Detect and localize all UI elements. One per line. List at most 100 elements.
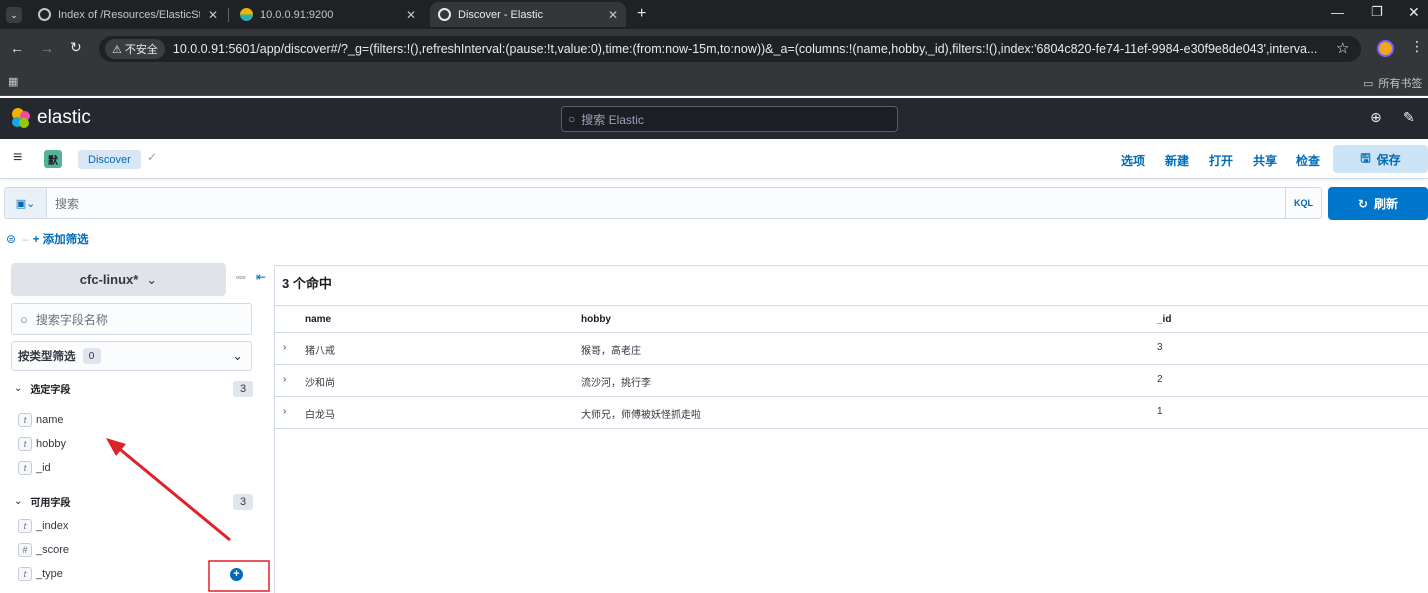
back-icon[interactable]: ← xyxy=(10,40,24,56)
open-link[interactable]: 打开 xyxy=(1209,152,1233,169)
filter-separator: – xyxy=(22,232,29,246)
browser-toolbar: ← → ↻ ⚠ 不安全 10.0.0.91:5601/app/discover#/… xyxy=(0,29,1428,69)
column-header-id[interactable]: _id xyxy=(1157,314,1171,325)
space-avatar[interactable]: 默 xyxy=(44,150,62,168)
hamburger-menu-icon[interactable]: ≡ xyxy=(13,149,22,167)
new-link[interactable]: 新建 xyxy=(1165,152,1189,169)
field-item-index[interactable]: t _index xyxy=(18,518,68,534)
available-count-badge: 3 xyxy=(233,494,253,510)
cell-name: 白龙马 xyxy=(305,410,335,421)
collapse-sidebar-icon[interactable]: ⇤ xyxy=(256,270,266,284)
save-icon: 🖫 xyxy=(1360,150,1371,165)
close-tab-icon[interactable]: ✕ xyxy=(406,8,416,22)
field-item-id[interactable]: t _id xyxy=(18,460,51,476)
search-icon: ○ xyxy=(20,311,28,327)
cell-hobby: 大师兄，师傅被妖怪抓走啦 xyxy=(581,410,701,421)
browser-tab-discover[interactable]: Discover - Elastic ✕ xyxy=(430,2,626,27)
kibana-header: elastic ○ 搜索 Elastic ⊕ ✎ xyxy=(0,98,1428,139)
query-input-wrapper: ▣⌄ 搜索 KQL xyxy=(4,187,1322,219)
globe-icon xyxy=(38,8,51,21)
string-type-icon: t xyxy=(18,461,32,475)
apps-grid-icon[interactable]: ▦ xyxy=(8,75,18,88)
options-link[interactable]: 选项 xyxy=(1121,152,1145,169)
chevron-down-icon: ⌄ xyxy=(14,495,23,507)
minimize-icon[interactable]: — xyxy=(1331,5,1344,20)
table-row[interactable]: › 白龙马 大师兄，师傅被妖怪抓走啦 1 xyxy=(275,397,1428,429)
browser-tab-bar: ⌄ Index of /Resources/ElasticSt ✕ 10.0.0… xyxy=(0,0,1428,29)
browser-menu-icon[interactable]: ⋮ xyxy=(1410,38,1424,55)
field-search-input[interactable]: ○ 搜索字段名称 xyxy=(11,303,252,335)
save-button[interactable]: 🖫 保存 xyxy=(1333,145,1428,173)
new-tab-icon[interactable]: + xyxy=(637,5,646,23)
field-sidebar: cfc-linux* ⌄ ▫▫▫ ⇤ ○ 搜索字段名称 按类型筛选 0 ⌄ ⌄ … xyxy=(0,255,272,593)
add-filter-link[interactable]: + 添加筛选 xyxy=(33,231,89,247)
news-feed-icon[interactable]: ✎ xyxy=(1403,109,1415,126)
filter-bar: ⊜ – + 添加筛选 xyxy=(6,230,89,248)
all-bookmarks-button[interactable]: ▭ 所有书签 xyxy=(1363,75,1422,91)
cell-name: 猪八戒 xyxy=(305,346,335,357)
elastic-logo[interactable]: elastic xyxy=(10,107,91,129)
cell-id: 3 xyxy=(1157,342,1163,353)
query-bar: ▣⌄ 搜索 KQL ↻ 刷新 xyxy=(0,180,1428,228)
restore-icon[interactable]: ❐ xyxy=(1371,4,1383,20)
elastic-cluster-icon xyxy=(12,108,30,128)
help-icon[interactable]: ⊕ xyxy=(1370,109,1382,126)
elastic-global-search[interactable]: ○ 搜索 Elastic xyxy=(561,106,898,132)
browser-tab-es[interactable]: 10.0.0.91:9200 ✕ xyxy=(232,2,424,27)
profile-avatar[interactable] xyxy=(1377,40,1394,57)
elastic-logo-text: elastic xyxy=(37,107,91,128)
folder-icon: ▭ xyxy=(1363,77,1374,90)
expand-row-icon[interactable]: › xyxy=(283,342,286,353)
field-item-hobby[interactable]: t hobby xyxy=(18,436,66,452)
query-input[interactable]: 搜索 xyxy=(47,195,1285,212)
share-link[interactable]: 共享 xyxy=(1253,152,1277,169)
inspect-link[interactable]: 检查 xyxy=(1296,152,1320,169)
expand-row-icon[interactable]: › xyxy=(283,374,286,385)
close-tab-icon[interactable]: ✕ xyxy=(608,8,618,22)
reload-icon[interactable]: ↻ xyxy=(70,39,82,56)
app-menu-bar: ≡ 默 Discover ✓ 选项 新建 打开 共享 检查 🖫 保存 xyxy=(0,139,1428,179)
cell-id: 2 xyxy=(1157,374,1163,385)
expand-row-icon[interactable]: › xyxy=(283,406,286,417)
tab-search-dropdown-icon[interactable]: ⌄ xyxy=(6,7,22,23)
forward-icon[interactable]: → xyxy=(40,40,54,56)
cell-id: 1 xyxy=(1157,406,1163,417)
refresh-button[interactable]: ↻ 刷新 xyxy=(1328,187,1428,220)
filter-by-type-button[interactable]: 按类型筛选 0 ⌄ xyxy=(11,341,252,371)
browser-tab-index[interactable]: Index of /Resources/ElasticSt ✕ xyxy=(30,2,226,27)
available-fields-header[interactable]: ⌄ 可用字段 xyxy=(14,492,70,510)
string-type-icon: t xyxy=(18,413,32,427)
url-text: 10.0.0.91:5601/app/discover#/?_g=(filter… xyxy=(172,42,1318,56)
results-panel: 3 个命中 name hobby _id › 猪八戒 猴哥，高老庄 3 › 沙和… xyxy=(274,265,1428,593)
field-item-type[interactable]: t _type xyxy=(18,566,63,582)
table-row[interactable]: › 猪八戒 猴哥，高老庄 3 xyxy=(275,333,1428,365)
close-tab-icon[interactable]: ✕ xyxy=(208,8,218,22)
close-window-icon[interactable]: ✕ xyxy=(1408,4,1420,21)
table-row[interactable]: › 沙和尚 流沙河，挑行李 2 xyxy=(275,365,1428,397)
cell-hobby: 流沙河，挑行李 xyxy=(581,378,651,389)
string-type-icon: t xyxy=(18,567,32,581)
column-header-name[interactable]: name xyxy=(305,314,331,325)
cell-name: 沙和尚 xyxy=(305,378,335,389)
number-type-icon: # xyxy=(18,543,32,557)
chevron-down-icon: ⌄ xyxy=(232,348,243,363)
field-item-score[interactable]: # _score xyxy=(18,542,69,558)
cell-hobby: 猴哥，高老庄 xyxy=(581,346,641,357)
bookmark-star-icon[interactable]: ☆ xyxy=(1336,39,1349,57)
field-item-name[interactable]: t name xyxy=(18,412,64,428)
filter-options-icon[interactable]: ⊜ xyxy=(6,232,16,246)
breadcrumb-discover[interactable]: Discover xyxy=(78,150,141,169)
string-type-icon: t xyxy=(18,519,32,533)
column-header-hobby[interactable]: hobby xyxy=(581,314,611,325)
kql-toggle[interactable]: KQL xyxy=(1285,188,1321,218)
table-header-row: name hobby _id xyxy=(275,305,1428,333)
sidebar-options-icon[interactable]: ▫▫▫ xyxy=(236,272,246,282)
filter-count-badge: 0 xyxy=(82,348,101,364)
index-pattern-selector[interactable]: cfc-linux* ⌄ xyxy=(11,263,226,296)
search-icon: ○ xyxy=(568,112,576,126)
saved-query-button[interactable]: ▣⌄ xyxy=(5,188,47,218)
address-bar[interactable]: ⚠ 不安全 10.0.0.91:5601/app/discover#/?_g=(f… xyxy=(99,36,1361,62)
add-field-button[interactable]: + xyxy=(230,568,243,581)
selected-fields-header[interactable]: ⌄ 选定字段 xyxy=(14,379,70,397)
insecure-badge[interactable]: ⚠ 不安全 xyxy=(105,39,165,59)
